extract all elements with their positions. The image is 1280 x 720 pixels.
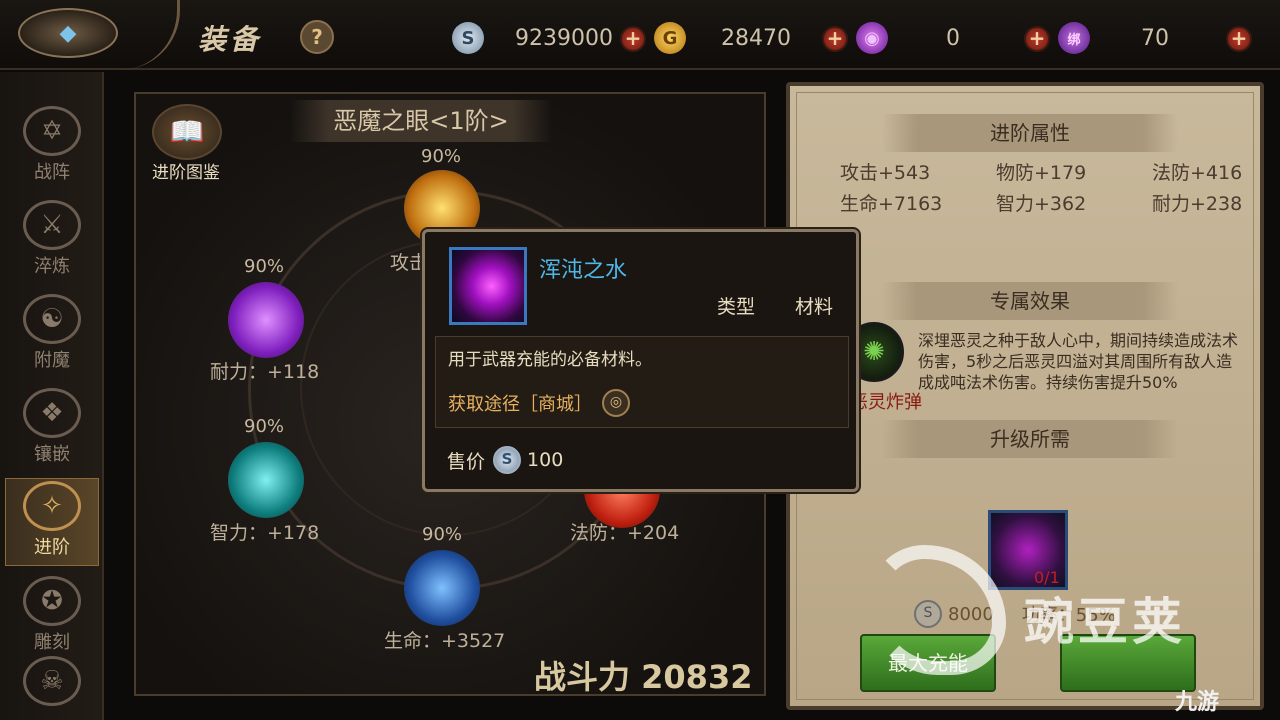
- item-description: 用于武器充能的必备材料。: [448, 350, 652, 370]
- orb-intellect-pct: 90%: [244, 416, 285, 437]
- sidebar-item-more[interactable]: ☠: [5, 644, 99, 714]
- sidebar: ✡ 战阵 ⚔ 淬炼 ☯ 附魔 ❖ 镶嵌 ✧ 进阶 ✪ 雕刻 ☠: [0, 72, 104, 720]
- advance-attr-header: 进阶属性: [882, 114, 1178, 152]
- purple-gem-icon: ◉: [856, 22, 888, 54]
- advance-guide-label[interactable]: 进阶图鉴: [152, 158, 220, 183]
- sidebar-item-advance[interactable]: ✧ 进阶: [5, 478, 99, 566]
- beast-icon: ☠: [23, 656, 81, 706]
- watermark-site: 九游: [1175, 690, 1220, 715]
- add-gem-button[interactable]: +: [1024, 26, 1050, 52]
- item-tooltip: 浑沌之水 类型 材料 用于武器充能的必备材料。 获取途径［商城］ ◎ 售价 S …: [422, 229, 859, 492]
- shop-icon[interactable]: ◎: [602, 389, 630, 417]
- orb-magicdef-stat: 法防：+204: [570, 522, 680, 544]
- attr-stamina: 耐力+238: [1152, 193, 1243, 215]
- currency-gem: ◉ 0: [856, 20, 1018, 56]
- skill-description: 深埋恶灵之种于敌人心中，期间持续造成法术伤害，5秒之后恶灵四溢对其周围所有敌人造…: [918, 331, 1239, 392]
- sidebar-item-label: 淬炼: [34, 256, 70, 277]
- attr-intellect: 智力+362: [996, 193, 1087, 215]
- item-type-value: 材料: [795, 296, 834, 318]
- currency-gold: G 28470: [654, 20, 826, 56]
- item-name: 浑沌之水: [539, 258, 628, 283]
- price-value: 100: [527, 449, 564, 471]
- inlay-icon: ❖: [23, 388, 81, 438]
- attr-magic-def: 法防+416: [1152, 162, 1243, 184]
- currency-silver: S 9239000: [452, 20, 644, 56]
- add-bound-gem-button[interactable]: +: [1226, 26, 1252, 52]
- bound-gem-value: 70: [1141, 25, 1169, 51]
- orb-stamina-pct: 90%: [244, 256, 285, 277]
- item-type-label: 类型: [717, 296, 756, 318]
- page-title: 装备: [198, 23, 263, 56]
- upgrade-require-header: 升级所需: [882, 420, 1178, 458]
- gear-title: 恶魔之眼<1阶>: [290, 100, 552, 142]
- combat-power: 战斗力 20832: [534, 658, 753, 696]
- gold-coin-icon: G: [654, 22, 686, 54]
- sidebar-item-formation[interactable]: ✡ 战阵: [5, 102, 99, 190]
- item-price: 售价 S 100: [447, 446, 563, 474]
- sidebar-item-label: 进阶: [34, 537, 70, 558]
- chaos-water-icon: [449, 247, 527, 325]
- advance-icon: ✧: [23, 481, 81, 531]
- refine-icon: ⚔: [23, 200, 81, 250]
- sidebar-item-label: 战阵: [34, 162, 70, 183]
- currency-bound-gem: 绑 70: [1058, 20, 1220, 56]
- sidebar-item-refine[interactable]: ⚔ 淬炼: [5, 196, 99, 284]
- item-info-box: 用于武器充能的必备材料。 获取途径［商城］ ◎: [435, 336, 849, 428]
- engrave-icon: ✪: [23, 576, 81, 626]
- watermark-text: 豌豆荚: [1024, 593, 1186, 651]
- sidebar-item-label: 附魔: [34, 350, 70, 371]
- orb-life-pct: 90%: [422, 524, 463, 545]
- help-button[interactable]: ?: [300, 20, 334, 54]
- orb-intellect-stat: 智力：+178: [210, 522, 320, 544]
- add-silver-button[interactable]: +: [620, 26, 646, 52]
- header-decoration: [120, 0, 180, 70]
- stamina-orb[interactable]: [228, 282, 304, 358]
- add-gold-button[interactable]: +: [822, 26, 848, 52]
- back-button[interactable]: ◆: [18, 8, 118, 58]
- exclusive-effect-header: 专属效果: [882, 282, 1178, 320]
- attr-phys-def: 物防+179: [996, 162, 1087, 184]
- formation-icon: ✡: [23, 106, 81, 156]
- silver-coin-icon: S: [493, 446, 522, 474]
- book-icon[interactable]: 📖: [152, 104, 222, 160]
- top-bar: ◆ 装备 ? S 9239000 + G 28470 + ◉ 0 + 绑 70 …: [0, 0, 1280, 70]
- intellect-orb[interactable]: [228, 442, 304, 518]
- orb-life-stat: 生命：+3527: [384, 630, 506, 652]
- attr-attack: 攻击+543: [840, 162, 931, 184]
- price-label: 售价: [447, 450, 486, 473]
- life-orb[interactable]: [404, 550, 480, 626]
- sidebar-item-enchant[interactable]: ☯ 附魔: [5, 290, 99, 378]
- silver-coin-icon: S: [452, 22, 484, 54]
- gem-value: 0: [946, 25, 960, 51]
- attr-life: 生命+7163: [840, 193, 943, 215]
- orb-stamina-stat: 耐力：+118: [210, 361, 320, 383]
- sidebar-item-inlay[interactable]: ❖ 镶嵌: [5, 384, 99, 472]
- item-source-label: 获取途径［商城］: [448, 394, 592, 415]
- diamond-arrow-icon: ◆: [59, 20, 77, 46]
- skill-name: 恶灵炸弹: [850, 392, 922, 413]
- gold-value: 28470: [721, 25, 791, 51]
- item-source[interactable]: 获取途径［商城］ ◎: [448, 389, 630, 417]
- sidebar-item-label: 镶嵌: [34, 444, 70, 465]
- orb-attack-pct: 90%: [421, 146, 462, 167]
- enchant-icon: ☯: [23, 294, 81, 344]
- bound-gem-icon: 绑: [1058, 22, 1090, 54]
